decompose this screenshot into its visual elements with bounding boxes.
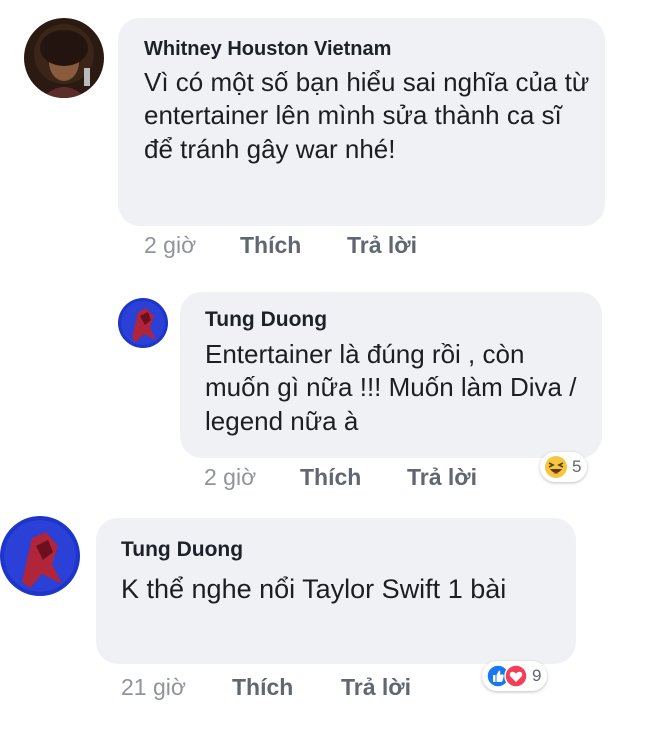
avatar[interactable] (24, 18, 104, 98)
avatar[interactable] (118, 298, 168, 348)
comment-meta: 21 giờ Thích Trả lời (121, 674, 441, 704)
reaction-count: 5 (572, 457, 582, 476)
reaction-count: 9 (532, 666, 542, 685)
comment-meta: 2 giờ Thích Trả lời (144, 232, 444, 262)
like-link[interactable]: Thích (300, 464, 361, 491)
like-link[interactable]: Thích (240, 232, 301, 259)
comment-text: Vì có một số bạn hiểu sai nghĩa của từ e… (144, 67, 590, 164)
profile-photo (24, 18, 104, 98)
comment-bubble: Tung Duong K thể nghe nổi Taylor Swift 1… (96, 518, 576, 664)
reply-link[interactable]: Trả lời (407, 464, 477, 491)
reply-link[interactable]: Trả lời (347, 232, 417, 259)
reaction-summary[interactable]: 9 (482, 661, 548, 691)
haha-icon (544, 455, 568, 479)
profile-photo (0, 516, 80, 596)
profile-photo (118, 298, 168, 348)
comment-time[interactable]: 2 giờ (204, 464, 256, 491)
love-icon (504, 664, 528, 688)
comment-author[interactable]: Tung Duong (205, 308, 327, 332)
avatar[interactable] (0, 516, 80, 596)
reaction-summary[interactable]: 5 (540, 452, 588, 482)
comment-author[interactable]: Whitney Houston Vietnam (144, 38, 391, 61)
like-link[interactable]: Thích (232, 674, 293, 701)
comment-bubble: Whitney Houston Vietnam Vì có một số bạn… (118, 18, 605, 226)
comment-text: K thể nghe nổi Taylor Swift 1 bài (121, 574, 507, 604)
comment-bubble: Tung Duong Entertainer là đúng rồi , còn… (180, 292, 602, 458)
comment-time[interactable]: 21 giờ (121, 674, 186, 701)
comment-author[interactable]: Tung Duong (121, 538, 243, 562)
comment-text: Entertainer là đúng rồi , còn muốn gì nữ… (205, 339, 577, 436)
comment-meta: 2 giờ Thích Trả lời (204, 464, 504, 494)
comment-time[interactable]: 2 giờ (144, 232, 196, 259)
reply-link[interactable]: Trả lời (341, 674, 411, 701)
